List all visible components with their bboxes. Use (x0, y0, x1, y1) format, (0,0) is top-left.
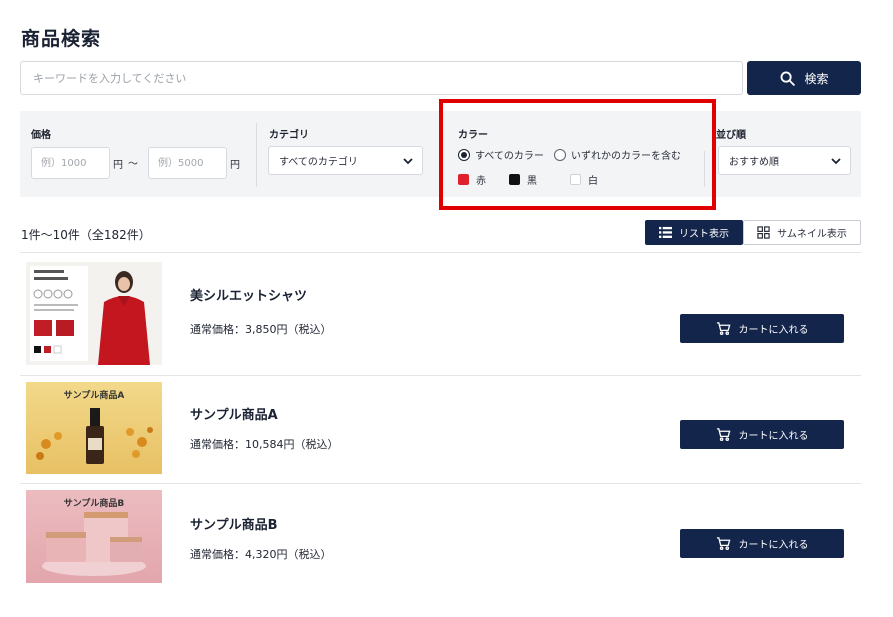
category-selected-value: すべてのカテゴリ (279, 157, 358, 168)
page-title: 商品検索 (21, 28, 102, 50)
add-to-cart-label: カートに入れる (738, 325, 809, 336)
product-image-sample-b[interactable]: サンプル商品B (26, 490, 162, 583)
product-name[interactable]: 美シルエットシャツ (190, 285, 307, 304)
sort-label: 並び順 (716, 130, 746, 141)
add-to-cart-button[interactable]: カートに入れる (680, 420, 844, 449)
add-to-cart-button[interactable]: カートに入れる (680, 314, 844, 343)
add-to-cart-label: カートに入れる (738, 540, 809, 551)
product-row: サンプル商品B サンプル商品B 通常価格：4,320円（税込） カートに入れる (20, 484, 861, 589)
price-max-unit: 円 (230, 160, 240, 171)
search-button[interactable]: 検索 (747, 61, 861, 95)
chevron-down-icon (831, 157, 841, 164)
price-min-input[interactable] (31, 147, 110, 179)
cart-icon (716, 322, 730, 335)
price-min-unit: 円 (113, 160, 123, 171)
cart-icon (716, 428, 730, 441)
sort-selected-value: おすすめ順 (729, 157, 779, 168)
thumbnail-view-button[interactable]: サムネイル表示 (743, 220, 861, 245)
price-label: 価格 (31, 130, 51, 141)
list-icon (659, 226, 672, 238)
product-row: サンプル商品A サンプル商品A 通常価格：10,584円（税込） カートに入れる (20, 376, 861, 483)
filter-divider (256, 123, 257, 187)
search-button-label: 検索 (804, 71, 829, 86)
product-image-label: サンプル商品A (63, 391, 125, 401)
product-image-shirt[interactable] (26, 262, 162, 365)
product-name[interactable]: サンプル商品B (190, 514, 278, 533)
color-filter-highlight (439, 99, 716, 210)
product-price: 通常価格：3,850円（税込） (190, 323, 332, 336)
search-icon (781, 71, 796, 86)
chevron-down-icon (403, 157, 413, 164)
add-to-cart-label: カートに入れる (738, 431, 809, 442)
product-name[interactable]: サンプル商品A (190, 404, 278, 423)
add-to-cart-button[interactable]: カートに入れる (680, 529, 844, 558)
category-label: カテゴリ (269, 130, 309, 141)
product-image-label: サンプル商品B (63, 499, 125, 509)
price-range-separator: 〜 (128, 159, 138, 170)
thumbnail-view-label: サムネイル表示 (777, 229, 847, 240)
list-view-button[interactable]: リスト表示 (645, 220, 743, 245)
grid-icon (757, 226, 770, 239)
price-max-input[interactable] (148, 147, 227, 179)
cart-icon (716, 537, 730, 550)
product-price: 通常価格：10,584円（税込） (190, 438, 339, 451)
product-price: 通常価格：4,320円（税込） (190, 548, 332, 561)
list-view-label: リスト表示 (679, 229, 729, 240)
product-image-sample-a[interactable]: サンプル商品A (26, 382, 162, 474)
search-input[interactable] (20, 61, 743, 95)
result-count: 1件〜10件（全182件） (21, 228, 151, 242)
category-select[interactable]: すべてのカテゴリ (268, 146, 423, 175)
sort-select[interactable]: おすすめ順 (718, 146, 851, 175)
product-row: 美シルエットシャツ 通常価格：3,850円（税込） カートに入れる (20, 253, 861, 374)
